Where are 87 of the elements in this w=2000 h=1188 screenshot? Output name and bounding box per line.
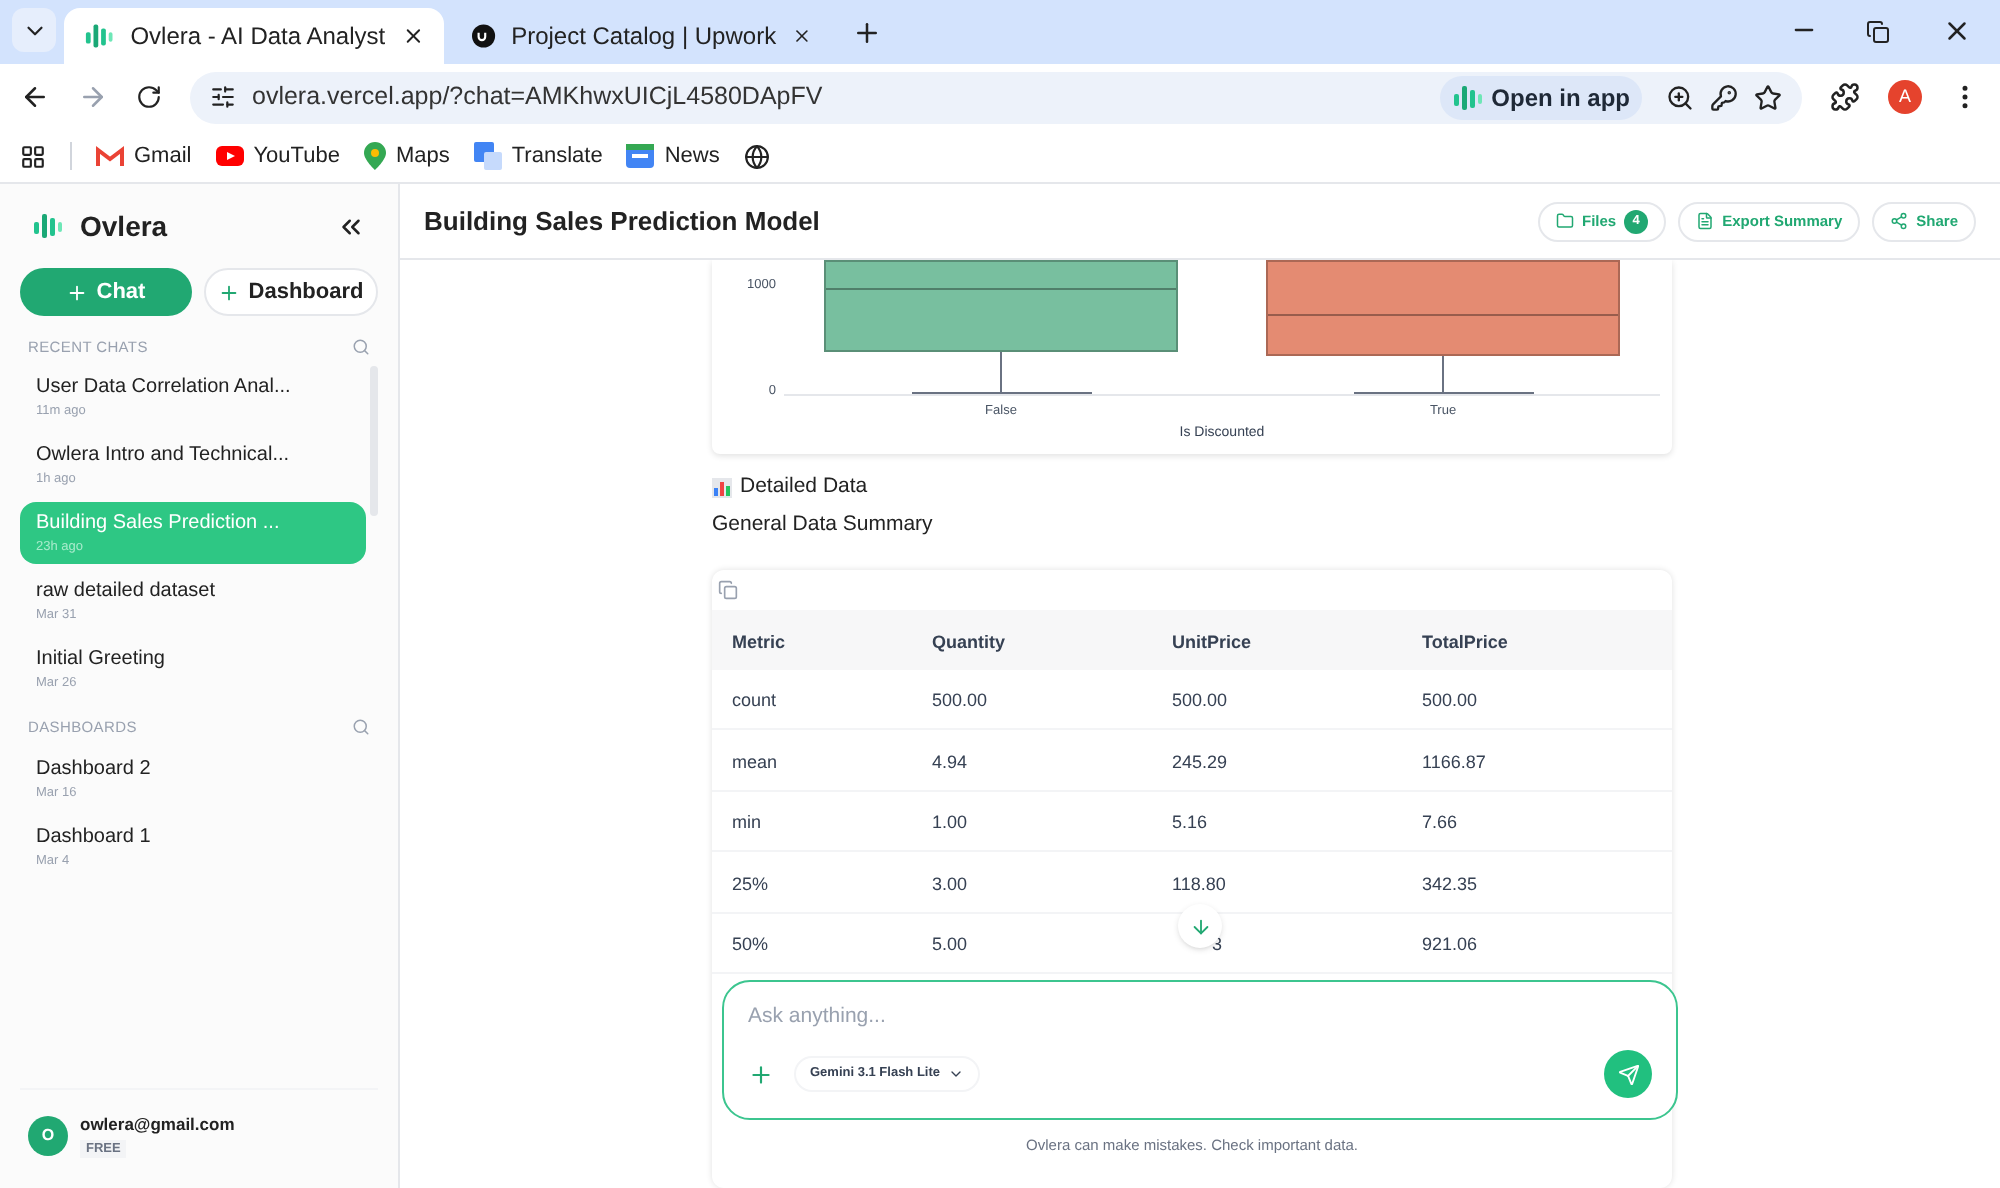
table-cell: 118.80 xyxy=(1172,873,1226,894)
bar-chart-icon xyxy=(712,477,732,498)
open-in-app-chip[interactable]: Open in app xyxy=(1439,75,1642,119)
table-cell: 1.00 xyxy=(932,812,968,833)
plus-icon xyxy=(218,281,241,303)
table-cell: 50% xyxy=(732,934,769,955)
table-cell: 500.00 xyxy=(932,690,988,711)
brand-name: Ovlera xyxy=(80,207,170,245)
site-info-icon[interactable] xyxy=(210,84,236,110)
table-cell: count xyxy=(732,690,777,711)
new-tab-icon[interactable] xyxy=(852,18,882,48)
browser-tab[interactable]: Ovlera - AI Data Analyst xyxy=(64,8,444,64)
back-icon[interactable] xyxy=(20,82,50,112)
column-header: Quantity xyxy=(932,631,1006,651)
dashboard-title: Dashboard 2 xyxy=(36,755,153,784)
bookmark-link[interactable]: Gmail xyxy=(96,139,192,173)
table-cell: 500.00 xyxy=(1422,690,1478,711)
new-dashboard-button[interactable]: Dashboard xyxy=(204,268,378,316)
table-cell: 921.06 xyxy=(1422,934,1478,955)
user-avatar: O xyxy=(28,1115,68,1155)
table-cell: 5.00 xyxy=(932,934,968,955)
bookmark-link[interactable]: YouTube xyxy=(215,139,340,173)
document-icon xyxy=(1696,212,1715,230)
tab-favicon-icon xyxy=(472,22,496,50)
bookmark-link[interactable]: Translate xyxy=(473,139,603,173)
forward-icon[interactable] xyxy=(78,82,108,112)
close-icon[interactable] xyxy=(1942,16,1972,46)
restore-icon[interactable] xyxy=(1866,20,1890,44)
chat-title: User Data Correlation Anal... xyxy=(36,374,293,403)
arrow-down-icon xyxy=(1189,915,1211,937)
column-header: UnitPrice xyxy=(1172,631,1252,651)
bookmark-link[interactable]: News xyxy=(626,139,720,173)
table-cell: 25% xyxy=(732,873,769,894)
zoom-icon[interactable] xyxy=(1666,83,1694,111)
globe-icon[interactable] xyxy=(743,143,770,169)
tab-title: Ovlera - AI Data Analyst xyxy=(130,20,386,54)
tab-favicon-icon xyxy=(84,20,115,52)
extensions-icon[interactable] xyxy=(1830,82,1860,112)
table-cell: 1166.87 xyxy=(1422,751,1486,772)
folder-icon xyxy=(1556,212,1575,230)
page-title: Building Sales Prediction Model xyxy=(424,203,822,240)
brand-logo-icon xyxy=(32,210,64,242)
copy-icon[interactable] xyxy=(718,579,738,599)
share-icon xyxy=(1890,212,1909,230)
mail-icon xyxy=(96,145,124,167)
table-cell: 3.00 xyxy=(932,873,968,894)
profile-avatar[interactable]: A xyxy=(1888,80,1922,114)
reload-icon[interactable] xyxy=(136,84,162,110)
send-icon xyxy=(1617,1063,1639,1085)
key-icon[interactable] xyxy=(1710,83,1738,111)
table-cell: 500.00 xyxy=(1172,690,1228,711)
translate-icon xyxy=(473,142,502,170)
chat-title: raw detailed dataset xyxy=(36,578,218,607)
plus-icon[interactable] xyxy=(748,1061,774,1087)
table-cell: 5.16 xyxy=(1172,812,1208,833)
chat-title: Building Sales Prediction ... xyxy=(36,510,282,539)
chevron-down-icon xyxy=(948,1066,965,1082)
section-title: Detailed Data xyxy=(740,472,868,502)
table-cell: min xyxy=(732,812,762,833)
section-subtitle: General Data Summary xyxy=(712,509,933,540)
browser-tab[interactable]: Project Catalog | Upwork xyxy=(452,8,832,64)
close-icon[interactable] xyxy=(401,24,424,48)
news-icon xyxy=(626,144,655,168)
apps-icon[interactable] xyxy=(20,143,46,169)
map-pin-icon xyxy=(363,142,386,170)
app-icon xyxy=(1451,81,1484,113)
table-cell: 7.66 xyxy=(1422,812,1458,833)
close-icon[interactable] xyxy=(792,24,812,48)
address-bar[interactable]: ovlera.vercel.app/?chat=AMKhwxUICjL4580DApFV Open in app xyxy=(190,71,1802,123)
bookmark-link[interactable]: Maps xyxy=(363,139,450,173)
chat-title: Initial Greeting xyxy=(36,646,167,675)
table-cell: 4.94 xyxy=(932,751,968,772)
table-cell: 342.35 xyxy=(1422,873,1478,894)
user-email: owlera@gmail.com xyxy=(80,1111,235,1137)
column-header: TotalPrice xyxy=(1422,631,1508,651)
chat-title: Owlera Intro and Technical... xyxy=(36,442,292,471)
url-text: ovlera.vercel.app/?chat=AMKhwxUICjL4580DApFV xyxy=(252,80,825,115)
plus-icon xyxy=(66,281,89,303)
table-cell: 245.29 xyxy=(1172,751,1228,772)
tab-title: Project Catalog | Upwork xyxy=(511,20,777,54)
column-header: Metric xyxy=(732,631,786,651)
star-icon[interactable] xyxy=(1754,83,1782,111)
message-input[interactable]: Ask anything... xyxy=(748,1002,1652,1034)
tab-list-button[interactable] xyxy=(12,8,56,52)
dashboard-title: Dashboard 1 xyxy=(36,823,153,852)
play-icon xyxy=(215,146,244,166)
table-cell: mean xyxy=(732,751,778,772)
